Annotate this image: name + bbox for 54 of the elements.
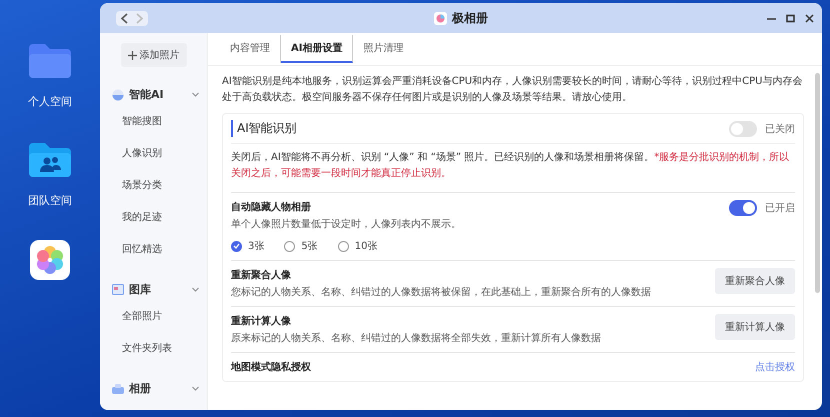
setting-description: 您标记的人物关系、名称、纠错过的人像数据将被保留，在此基础上，重新聚合所有的人像数据 — [231, 286, 651, 299]
sidebar-section-title[interactable]: 智能AI — [129, 87, 164, 102]
authorize-link[interactable]: 点击授权 — [755, 360, 795, 374]
toggle-switch[interactable] — [729, 200, 757, 216]
radio-button[interactable] — [338, 240, 349, 252]
close-icon[interactable] — [805, 14, 814, 22]
add-photos-button[interactable]: 添加照片 — [120, 43, 186, 67]
sidebar-item[interactable]: 智能搜图 — [112, 108, 207, 134]
half-circle-icon — [112, 88, 124, 100]
radio-button[interactable] — [231, 240, 242, 252]
notice-text: 关闭后，AI智能将不再分析、识别 “人像” 和 “场景” 照片。已经识别的人像和场景相册将保留。*服务是分批识别的机制，所以关闭之后，可能需要一段时间才能真正停止识别。 — [231, 150, 790, 181]
radio-button[interactable] — [284, 240, 296, 252]
picture-icon — [112, 284, 124, 295]
plus-icon — [128, 50, 136, 60]
radio-label[interactable]: 10张 — [354, 239, 378, 253]
radio-label[interactable]: 5张 — [301, 239, 318, 253]
setting-description: 原来标记的人物关系、名称、纠错过的人像数据将全部失效，重新计算所有人像数据 — [231, 332, 601, 345]
toggle-switch[interactable] — [729, 120, 757, 136]
desktop-icon-label: 个人空间 — [28, 94, 72, 109]
section-title: AI智能识别 — [231, 120, 297, 137]
scrollbar[interactable] — [815, 73, 820, 293]
sidebar-item[interactable]: 人像识别 — [112, 140, 207, 166]
sidebar-item[interactable]: 全部照片 — [112, 303, 207, 329]
intro-text: AI智能识别是纯本地服务，识别运算会严重消耗设备CPU和内存，人像识别需要较长的时间，请耐心等待，识别过程中CPU与内存会处于高负载状态。极空间服务器不保存任何图片或是识别的人像及场景等结果。请放心使用。 — [222, 74, 804, 104]
chevron-down-icon[interactable] — [192, 92, 199, 97]
setting-title: 重新聚合人像 — [231, 268, 292, 282]
sidebar-item[interactable]: 场景分类 — [112, 172, 207, 198]
app-logo-icon — [434, 12, 447, 24]
tab[interactable]: AI相册设置 — [281, 35, 354, 63]
toggle-status: 已关闭 — [765, 122, 795, 136]
action-button[interactable]: 重新聚合人像 — [715, 268, 795, 294]
setting-title: 地图模式隐私授权 — [231, 360, 311, 374]
sidebar-section-title[interactable]: 相册 — [129, 381, 151, 396]
action-button[interactable]: 重新计算人像 — [715, 314, 795, 340]
setting-description: 单个人像照片数量低于设定时，人像列表内不展示。 — [231, 218, 461, 231]
chevron-down-icon[interactable] — [192, 386, 199, 391]
window-title: 极相册 — [452, 10, 488, 26]
tab[interactable]: 内容管理 — [220, 35, 281, 63]
sidebar-item[interactable]: 文件夹列表 — [112, 335, 207, 361]
album-icon — [112, 384, 124, 394]
sidebar-item[interactable]: 回忆精选 — [112, 236, 207, 262]
setting-title: 重新计算人像 — [231, 314, 292, 328]
tab[interactable]: 照片清理 — [353, 35, 414, 63]
setting-title: 自动隐藏人物相册 — [231, 200, 312, 214]
desktop-icon-label: 团队空间 — [28, 193, 72, 208]
photos-app-icon[interactable] — [30, 240, 70, 280]
sidebar-section-title[interactable]: 图库 — [129, 282, 151, 297]
toggle-status: 已开启 — [765, 202, 795, 215]
sidebar-item[interactable]: 我的足迹 — [112, 204, 207, 230]
radio-label[interactable]: 3张 — [248, 239, 264, 253]
maximize-icon[interactable] — [786, 14, 795, 22]
folder-icon[interactable] — [27, 42, 73, 80]
people-folder-icon[interactable] — [27, 141, 73, 179]
chevron-down-icon[interactable] — [192, 287, 199, 292]
